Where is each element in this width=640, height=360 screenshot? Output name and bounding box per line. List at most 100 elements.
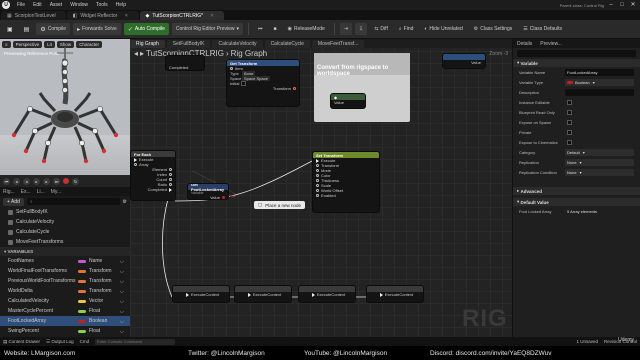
variable-row[interactable]: FootNames Name ◡ — [0, 256, 130, 266]
variables-section-header[interactable]: ▾ VARIABLES — [0, 247, 130, 256]
menu-edit[interactable]: Edit — [29, 2, 46, 8]
details-checkbox[interactable] — [567, 139, 572, 145]
visibility-eye-icon[interactable]: ◡ — [120, 258, 124, 264]
step-into-button[interactable]: ⇩ — [355, 23, 368, 35]
variable-row[interactable]: WorldDelta Transform ◡ — [0, 286, 130, 296]
variable-section-header[interactable]: ▾ Variable — [513, 59, 640, 67]
variable-row[interactable]: SwingPercent Float ◡ — [0, 326, 130, 336]
visibility-eye-icon[interactable]: ◡ — [120, 298, 124, 304]
visibility-eye-icon[interactable]: ◡ — [120, 318, 124, 324]
details-dropdown[interactable]: Default ▾ — [565, 148, 634, 156]
record-button[interactable] — [63, 178, 69, 184]
details-checkbox[interactable] — [567, 119, 572, 125]
input-pin[interactable] — [379, 292, 383, 297]
tab-execution-stack[interactable]: Ex... — [21, 189, 31, 195]
execute-context-node[interactable]: ExecuteContext — [234, 285, 292, 303]
output-log-button[interactable]: ☰ Output Log — [46, 339, 74, 345]
play-reverse-icon[interactable]: ◂ — [23, 177, 30, 185]
input-pin[interactable] — [316, 169, 319, 172]
unsaved-indicator[interactable]: 1 Unsaved — [576, 339, 598, 344]
tab-library[interactable]: Li... — [37, 189, 45, 195]
play-icon[interactable]: ▸ — [33, 177, 40, 185]
class-settings-button[interactable]: ⚙ Class Settings — [470, 23, 516, 35]
input-pin[interactable] — [316, 189, 319, 192]
details-checkbox[interactable] — [567, 129, 572, 135]
forwards-solve-button[interactable]: ▸ Forwards Solve — [73, 23, 121, 35]
for-each-node[interactable]: For Each Execute Array Element Index Count Ra… — [130, 150, 176, 201]
youtube-link[interactable]: YouTube: @LincolnMargison — [304, 350, 387, 357]
twitter-link[interactable]: Twitter: @LincolnMargison — [188, 350, 265, 357]
loop-icon[interactable]: ↻ — [72, 177, 79, 185]
variable-row[interactable]: MasterCyclePercent Float ◡ — [0, 306, 130, 316]
editor-preview-dropdown[interactable]: Control Rig Editor Preview ▾ — [171, 23, 244, 35]
rig-graph-editor[interactable]: Rig Graph SetFullBodyIK CalculateVelocit… — [130, 39, 512, 337]
description-field[interactable] — [565, 88, 634, 96]
inner-node[interactable]: ◆ Value — [330, 93, 366, 109]
input-pin[interactable] — [316, 164, 319, 167]
input-pin[interactable] — [316, 194, 319, 197]
step-forward-icon[interactable]: ▸ — [43, 177, 50, 185]
tab-scorpion-test-level[interactable]: ▦ ScorpionTestLevel — [1, 11, 66, 20]
step-back-icon[interactable]: ◂ — [13, 177, 20, 185]
stop-button[interactable]: ■ — [270, 23, 281, 35]
output-pin[interactable] — [169, 183, 172, 186]
menu-window[interactable]: Window — [66, 2, 92, 8]
maximize-button[interactable]: □ — [618, 2, 626, 9]
close-window-button[interactable]: ✕ — [629, 2, 637, 9]
function-item[interactable]: CalculateCycle — [0, 227, 130, 237]
output-pin[interactable] — [169, 178, 172, 181]
diff-button[interactable]: ⇆ Diff — [370, 23, 392, 35]
add-button[interactable]: + Add — [3, 197, 24, 206]
output-pin[interactable] — [169, 168, 172, 171]
tab-control-rig[interactable]: ◆ TutScorpionCTRLRIG* ✕ — [139, 11, 225, 20]
menu-help[interactable]: Help — [112, 2, 130, 8]
function-item[interactable]: SetFullBodyIK — [0, 207, 130, 217]
hide-unrelated-button[interactable]: ◐ Hide Unrelated — [420, 23, 466, 35]
settings-gear-icon[interactable]: ⚙ — [123, 199, 127, 205]
search-input[interactable]: ⌕ — [26, 198, 120, 205]
tab-widget-reflector[interactable]: ◧ Widget Reflector ✕ — [66, 11, 139, 20]
discord-link[interactable]: Discord: discord.com/invite/YaEQ8DZWuv — [430, 350, 552, 357]
sequence-node[interactable]: Completed — [165, 55, 205, 71]
input-pin[interactable] — [316, 158, 319, 163]
comment-box[interactable]: Convert from rigspace to worldspace ◆ Va… — [314, 53, 410, 122]
preview-viewport[interactable]: ≡ Perspective Lit Show Character Preview… — [0, 39, 130, 185]
variable-row[interactable]: CalculatedVelocity Vector ◡ — [0, 296, 130, 306]
unreal-logo-icon[interactable]: U — [2, 1, 10, 9]
class-defaults-button[interactable]: ☰ Class Defaults — [519, 23, 566, 35]
visibility-eye-icon[interactable]: ◡ — [120, 268, 124, 274]
variable-type-dropdown[interactable]: Boolean ▾ — [565, 78, 634, 86]
visibility-eye-icon[interactable]: ◡ — [120, 288, 124, 294]
find-button[interactable]: ⌕ Find — [395, 23, 418, 35]
input-pin[interactable] — [316, 174, 319, 177]
step-back-button[interactable]: ⏮ — [254, 23, 267, 35]
function-item[interactable]: CalculateVelocity — [0, 217, 130, 227]
output-pin[interactable] — [169, 187, 172, 192]
auto-compile-toggle[interactable]: ✓ Auto Compile — [123, 23, 169, 35]
close-tab-icon[interactable]: ✕ — [210, 13, 214, 19]
top-value-node[interactable]: Value — [442, 53, 486, 69]
get-transform-node[interactable]: Get Transform Item Type Bone Space Space S… — [226, 59, 300, 107]
input-pin[interactable] — [311, 292, 315, 297]
output-pin[interactable] — [222, 196, 225, 199]
variable-name-field[interactable]: FootLockedArray — [565, 68, 634, 76]
compile-button[interactable]: ⚙ Compile — [36, 23, 71, 35]
tab-rig-hierarchy[interactable]: Rig... — [3, 189, 15, 195]
set-transform-node[interactable]: Set Transform Execute Transform Mode Color T… — [312, 151, 380, 213]
variable-row[interactable]: PreviousWorldFootTransforms Transform ◡ — [0, 276, 130, 286]
execute-context-node[interactable]: ExecuteContext — [298, 285, 356, 303]
menu-tools[interactable]: Tools — [92, 2, 112, 8]
console-input[interactable]: Enter Console Command — [95, 338, 176, 345]
input-pin[interactable] — [316, 184, 319, 187]
skip-start-icon[interactable]: ⏮ — [3, 177, 10, 185]
execute-context-node[interactable]: ExecuteContext — [172, 285, 230, 303]
variable-row[interactable]: FootLockedArray Boolean ◡ — [0, 316, 130, 326]
browse-button[interactable]: ▤ — [20, 23, 34, 35]
save-button[interactable]: ▣ — [3, 23, 17, 35]
details-dropdown[interactable]: None ▾ — [565, 158, 634, 166]
get-footlockedarray-node[interactable]: Get FootLockedArray Variable Value — [187, 183, 229, 200]
release-mode-button[interactable]: ◉ ReleaseMode — [284, 23, 329, 35]
advanced-section-header[interactable]: ▸ Advanced — [513, 187, 640, 195]
visibility-eye-icon[interactable]: ◡ — [120, 278, 124, 284]
tab-details[interactable]: Details — [517, 41, 532, 47]
